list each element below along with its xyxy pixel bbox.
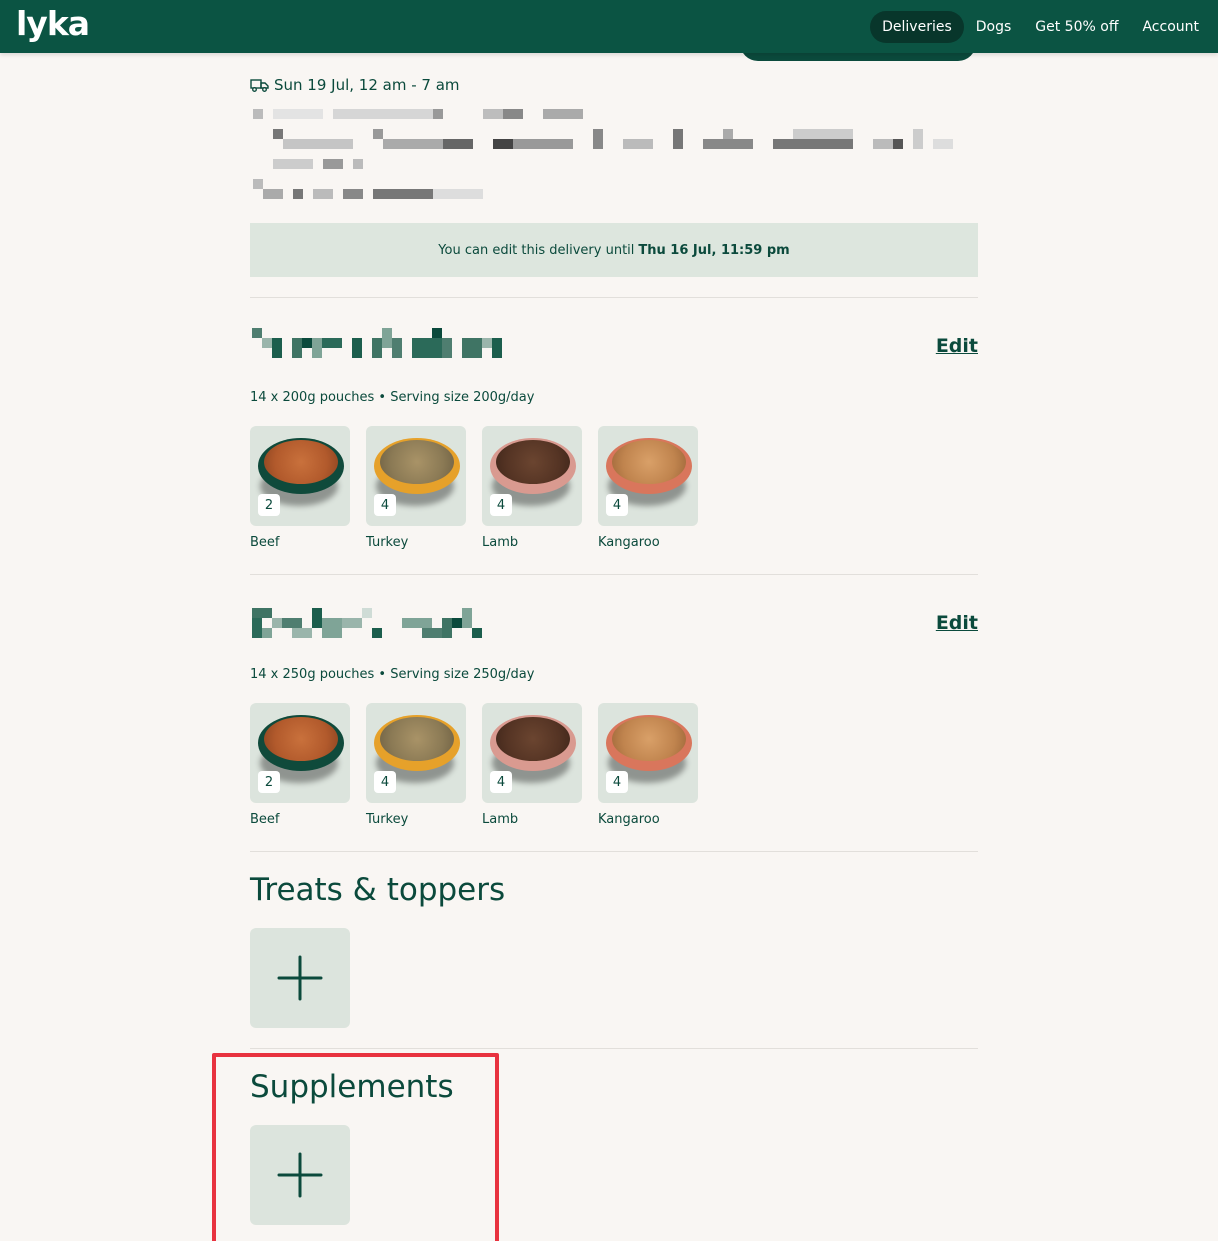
divider — [250, 851, 978, 852]
recipe-name: Lamb — [482, 812, 519, 827]
recipe-count: 2 — [258, 494, 280, 516]
truck-icon — [250, 79, 269, 92]
recipe-count: 4 — [490, 771, 512, 793]
recipe-card-beef[interactable]: 2 Beef — [250, 703, 350, 827]
plan-1-meta: 14 x 200g pouches • Serving size 200g/da… — [250, 390, 535, 405]
notice-prefix: You can edit this delivery until — [438, 242, 635, 258]
beef-bowl-image: 2 — [250, 703, 350, 803]
recipe-name: Beef — [250, 812, 280, 827]
turkey-bowl-image: 4 — [366, 426, 466, 526]
pixelated-address-graphic — [253, 109, 953, 199]
delivery-time-text: Sun 19 Jul, 12 am - 7 am — [274, 76, 460, 94]
nav-account[interactable]: Account — [1142, 19, 1199, 35]
edit-deadline-notice: You can edit this delivery until Thu 16 … — [250, 223, 978, 277]
recipe-card-kangaroo[interactable]: 4 Kangaroo — [598, 703, 698, 827]
delivery-time-row: Sun 19 Jul, 12 am - 7 am — [250, 76, 460, 94]
divider — [250, 297, 978, 298]
recipe-card-turkey[interactable]: 4 Turkey — [366, 426, 466, 550]
recipe-name: Turkey — [366, 535, 409, 550]
redacted-dog-name-2 — [252, 608, 482, 638]
recipe-name: Beef — [250, 535, 280, 550]
kangaroo-bowl-image: 4 — [598, 426, 698, 526]
recipe-name: Kangaroo — [598, 535, 660, 550]
nav-dogs[interactable]: Dogs — [976, 19, 1012, 35]
recipe-card-lamb[interactable]: 4 Lamb — [482, 426, 582, 550]
lyka-logo[interactable]: lyka — [16, 4, 90, 43]
recipe-name: Kangaroo — [598, 812, 660, 827]
main-nav: Deliveries Dogs Get 50% off Account — [870, 0, 1218, 53]
add-treats-button[interactable] — [250, 928, 350, 1028]
recipe-count: 4 — [490, 494, 512, 516]
plan-2-meta: 14 x 250g pouches • Serving size 250g/da… — [250, 667, 535, 682]
lamb-bowl-image: 4 — [482, 703, 582, 803]
recipe-name: Lamb — [482, 535, 519, 550]
nav-get-50-off[interactable]: Get 50% off — [1035, 19, 1118, 35]
plan-2-recipes: 2 Beef 4 Turkey 4 Lamb 4 Kangaroo — [250, 703, 714, 827]
plus-icon — [277, 955, 323, 1001]
beef-bowl-image: 2 — [250, 426, 350, 526]
redacted-address — [250, 108, 960, 200]
recipe-count: 4 — [606, 771, 628, 793]
recipe-count: 4 — [374, 771, 396, 793]
nav-deliveries[interactable]: Deliveries — [870, 10, 964, 43]
notice-deadline: Thu 16 Jul, 11:59 pm — [638, 242, 790, 258]
kangaroo-bowl-image: 4 — [598, 703, 698, 803]
recipe-count: 4 — [606, 494, 628, 516]
recipe-card-lamb[interactable]: 4 Lamb — [482, 703, 582, 827]
recipe-card-beef[interactable]: 2 Beef — [250, 426, 350, 550]
recipe-card-kangaroo[interactable]: 4 Kangaroo — [598, 426, 698, 550]
recipe-card-turkey[interactable]: 4 Turkey — [366, 703, 466, 827]
treats-toppers-title: Treats & toppers — [250, 872, 506, 908]
recipe-count: 2 — [258, 771, 280, 793]
divider — [250, 574, 978, 575]
edit-plan-1-link[interactable]: Edit — [936, 335, 978, 357]
recipe-name: Turkey — [366, 812, 409, 827]
edit-plan-2-link[interactable]: Edit — [936, 612, 978, 634]
supplements-highlight-box — [212, 1053, 499, 1241]
redacted-dog-name-1 — [252, 328, 502, 358]
lamb-bowl-image: 4 — [482, 426, 582, 526]
top-navigation-bar: lyka Deliveries Dogs Get 50% off Account — [0, 0, 1218, 53]
plan-1-recipes: 2 Beef 4 Turkey 4 Lamb 4 Kangaroo — [250, 426, 714, 550]
turkey-bowl-image: 4 — [366, 703, 466, 803]
divider — [250, 1048, 978, 1049]
recipe-count: 4 — [374, 494, 396, 516]
